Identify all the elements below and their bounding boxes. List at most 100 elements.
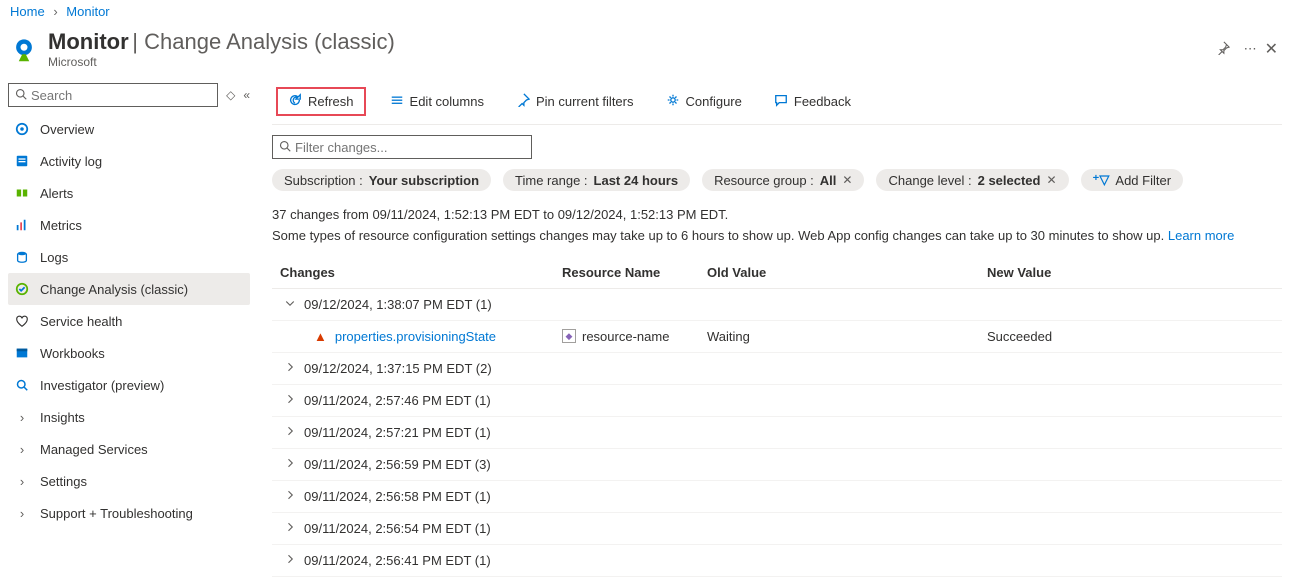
clear-pill-icon[interactable]: ✕ <box>842 173 852 187</box>
old-value-cell: Waiting <box>707 329 987 344</box>
sidebar-item-metrics[interactable]: Metrics <box>8 209 250 241</box>
group-timestamp: 09/11/2024, 2:56:58 PM EDT (1) <box>304 489 491 504</box>
sidebar-item-insights[interactable]: › Insights <box>8 401 250 433</box>
new-value-cell: Succeeded <box>987 329 1282 344</box>
add-filter-button[interactable]: ⁺▽ Add Filter <box>1081 169 1184 191</box>
pill-subscription[interactable]: Subscription : Your subscription <box>272 169 491 191</box>
refresh-button[interactable]: Refresh <box>276 87 366 116</box>
sidebar-item-label: Service health <box>40 314 122 329</box>
pin-icon[interactable] <box>1216 41 1230 58</box>
refresh-icon <box>288 93 302 110</box>
sidebar-item-label: Workbooks <box>40 346 105 361</box>
add-filter-label: Add Filter <box>1115 173 1171 188</box>
change-group-row[interactable]: 09/11/2024, 2:56:59 PM EDT (3) <box>272 449 1282 481</box>
change-group-row[interactable]: 09/11/2024, 2:57:46 PM EDT (1) <box>272 385 1282 417</box>
sidebar-item-label: Activity log <box>40 154 102 169</box>
sidebar-item-support[interactable]: › Support + Troubleshooting <box>8 497 250 529</box>
content-area: Refresh Edit columns Pin current filters… <box>258 79 1296 577</box>
change-group-row[interactable]: 09/11/2024, 2:56:54 PM EDT (1) <box>272 513 1282 545</box>
configure-label: Configure <box>686 94 742 109</box>
pill-time-range[interactable]: Time range : Last 24 hours <box>503 169 690 191</box>
col-header-new[interactable]: New Value <box>987 265 1282 280</box>
sidebar-item-service-health[interactable]: Service health <box>8 305 250 337</box>
sidebar-item-investigator[interactable]: Investigator (preview) <box>8 369 250 401</box>
change-group-row[interactable]: 09/11/2024, 2:57:21 PM EDT (1) <box>272 417 1282 449</box>
change-group-row[interactable]: 09/11/2024, 2:56:41 PM EDT (1) <box>272 545 1282 577</box>
page-header: Monitor | Change Analysis (classic) Micr… <box>0 23 1296 79</box>
chevron-right-icon <box>282 521 298 536</box>
pill-resource-group[interactable]: Resource group : All ✕ <box>702 169 864 191</box>
col-header-changes[interactable]: Changes <box>272 265 562 280</box>
pill-value: Last 24 hours <box>594 173 679 188</box>
sidebar-search[interactable] <box>8 83 218 107</box>
chevron-right-icon <box>282 553 298 568</box>
sidebar-item-workbooks[interactable]: Workbooks <box>8 337 250 369</box>
pin-filters-button[interactable]: Pin current filters <box>508 89 642 114</box>
collapse-sidebar-icon[interactable]: « <box>243 88 250 102</box>
sidebar-item-logs[interactable]: Logs <box>8 241 250 273</box>
sidebar-search-input[interactable] <box>31 88 211 103</box>
clear-pill-icon[interactable]: ✕ <box>1046 173 1056 187</box>
breadcrumb: Home › Monitor <box>0 0 1296 23</box>
monitor-logo-icon <box>10 35 38 63</box>
learn-more-link[interactable]: Learn more <box>1168 228 1234 243</box>
sidebar-item-label: Change Analysis (classic) <box>40 282 188 297</box>
chevron-right-icon: › <box>14 474 30 489</box>
change-group-row[interactable]: 09/12/2024, 1:37:15 PM EDT (2) <box>272 353 1282 385</box>
info-text: 37 changes from 09/11/2024, 1:52:13 PM E… <box>272 205 1282 247</box>
pill-change-level[interactable]: Change level : 2 selected ✕ <box>876 169 1068 191</box>
group-timestamp: 09/12/2024, 1:38:07 PM EDT (1) <box>304 297 492 312</box>
chevron-right-icon <box>282 393 298 408</box>
table-header: Changes Resource Name Old Value New Valu… <box>272 257 1282 289</box>
group-timestamp: 09/11/2024, 2:57:46 PM EDT (1) <box>304 393 491 408</box>
chevron-right-icon <box>282 361 298 376</box>
sidebar-item-label: Insights <box>40 410 85 425</box>
sidebar-item-label: Investigator (preview) <box>40 378 164 393</box>
close-button[interactable]: ✕ <box>1257 35 1286 63</box>
group-timestamp: 09/11/2024, 2:56:41 PM EDT (1) <box>304 553 491 568</box>
configure-button[interactable]: Configure <box>658 89 750 114</box>
change-property-link[interactable]: properties.provisioningState <box>335 329 496 344</box>
pin-icon <box>516 93 530 110</box>
sidebar-item-label: Support + Troubleshooting <box>40 506 193 521</box>
edit-columns-label: Edit columns <box>410 94 484 109</box>
col-header-old[interactable]: Old Value <box>707 265 987 280</box>
alerts-icon <box>14 186 30 200</box>
chevron-right-icon <box>282 489 298 504</box>
sidebar-item-overview[interactable]: Overview <box>8 113 250 145</box>
pin-filters-label: Pin current filters <box>536 94 634 109</box>
sidebar-item-alerts[interactable]: Alerts <box>8 177 250 209</box>
sidebar-item-settings[interactable]: › Settings <box>8 465 250 497</box>
change-group-row[interactable]: 09/12/2024, 1:38:07 PM EDT (1) <box>272 289 1282 321</box>
breadcrumb-monitor[interactable]: Monitor <box>66 4 109 19</box>
group-timestamp: 09/11/2024, 2:57:21 PM EDT (1) <box>304 425 491 440</box>
sidebar-item-managed-services[interactable]: › Managed Services <box>8 433 250 465</box>
sidebar-item-change-analysis[interactable]: Change Analysis (classic) <box>8 273 250 305</box>
chevron-right-icon: › <box>14 506 30 521</box>
col-header-resource[interactable]: Resource Name <box>562 265 707 280</box>
filter-changes-input[interactable] <box>295 140 525 155</box>
filter-pills: Subscription : Your subscription Time ra… <box>272 169 1282 191</box>
pill-label: Change level : <box>888 173 971 188</box>
edit-columns-button[interactable]: Edit columns <box>382 89 492 114</box>
search-icon <box>15 88 27 103</box>
refresh-label: Refresh <box>308 94 354 109</box>
publisher-label: Microsoft <box>48 55 1204 69</box>
feedback-button[interactable]: Feedback <box>766 89 859 114</box>
filter-changes-input-wrap[interactable] <box>272 135 532 159</box>
sidebar-item-label: Logs <box>40 250 68 265</box>
change-group-row[interactable]: 09/11/2024, 2:56:58 PM EDT (1) <box>272 481 1282 513</box>
pill-value: Your subscription <box>369 173 479 188</box>
activity-log-icon <box>14 154 30 168</box>
breadcrumb-home[interactable]: Home <box>10 4 45 19</box>
pill-label: Time range : <box>515 173 588 188</box>
chevron-right-icon <box>282 457 298 472</box>
sidebar-item-activity-log[interactable]: Activity log <box>8 145 250 177</box>
expand-icon[interactable]: ◇ <box>226 88 235 102</box>
change-detail-row[interactable]: ▲ properties.provisioningState ◆ resourc… <box>272 321 1282 353</box>
logs-icon <box>14 250 30 264</box>
more-icon[interactable]: ⋯ <box>1244 41 1257 57</box>
resource-name-text: resource-name <box>582 329 669 344</box>
pill-label: Subscription : <box>284 173 363 188</box>
sidebar-item-label: Managed Services <box>40 442 148 457</box>
